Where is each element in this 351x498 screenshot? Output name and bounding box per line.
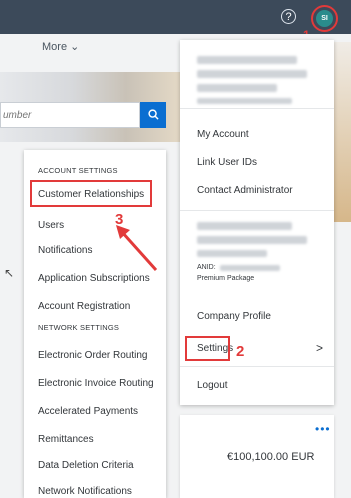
redacted-user-info: [197, 70, 307, 78]
background-image-strip: [333, 42, 351, 222]
anid-label: ANID:: [197, 264, 216, 271]
redacted-company-info: [197, 250, 267, 257]
chevron-right-icon: >: [316, 341, 324, 355]
help-icon[interactable]: ?: [281, 9, 296, 24]
top-bar: [0, 0, 351, 34]
divider: [180, 108, 334, 109]
network-settings-heading: NETWORK SETTINGS: [38, 323, 120, 332]
menu-item-electronic-order-routing[interactable]: Electronic Order Routing: [38, 350, 148, 361]
menu-item-link-user-ids[interactable]: Link User IDs: [197, 157, 257, 168]
avatar-highlight-ring: [311, 5, 338, 32]
menu-item-electronic-invoice-routing[interactable]: Electronic Invoice Routing: [38, 378, 154, 389]
redacted-user-info: [197, 56, 297, 64]
redacted-company-info: [197, 236, 307, 244]
divider: [180, 210, 334, 211]
more-options-icon[interactable]: •••: [315, 422, 331, 436]
more-label: More: [42, 41, 68, 53]
menu-item-accelerated-payments[interactable]: Accelerated Payments: [38, 406, 138, 417]
search-button[interactable]: [140, 102, 166, 128]
menu-item-network-notifications[interactable]: Network Notifications: [38, 486, 132, 497]
menu-item-notifications[interactable]: Notifications: [38, 245, 92, 256]
menu-item-company-profile[interactable]: Company Profile: [197, 311, 271, 322]
more-menu[interactable]: More ⌄: [42, 40, 79, 53]
customer-relationships-highlight: [30, 180, 152, 207]
search-field[interactable]: [0, 102, 140, 128]
menu-item-contact-administrator[interactable]: Contact Administrator: [197, 185, 293, 196]
menu-item-logout[interactable]: Logout: [197, 380, 228, 391]
divider: [180, 366, 334, 367]
account-settings-heading: ACCOUNT SETTINGS: [38, 166, 118, 175]
settings-highlight: [185, 336, 230, 361]
arrow-icon: [116, 225, 158, 272]
redacted-user-info: [197, 98, 292, 104]
package-label: Premium Package: [197, 275, 255, 282]
search-icon: [147, 109, 159, 120]
invoice-card: ••• €100,100.00 EUR: [180, 415, 334, 498]
menu-item-account-registration[interactable]: Account Registration: [38, 301, 130, 312]
step-2-label: 2: [236, 343, 245, 360]
redacted-company-info: [197, 222, 292, 230]
menu-item-my-account[interactable]: My Account: [197, 129, 249, 140]
search-input[interactable]: [1, 103, 135, 127]
mouse-cursor-icon: ↖: [4, 266, 15, 280]
redacted-user-info: [197, 84, 277, 92]
menu-item-users[interactable]: Users: [38, 220, 64, 231]
chevron-down-icon: ⌄: [70, 41, 80, 53]
menu-item-application-subscriptions[interactable]: Application Subscriptions: [38, 273, 150, 284]
invoice-amount: €100,100.00 EUR: [227, 451, 315, 463]
menu-item-remittances[interactable]: Remittances: [38, 434, 94, 445]
redacted-anid: [220, 265, 280, 271]
menu-item-data-deletion-criteria[interactable]: Data Deletion Criteria: [38, 460, 134, 471]
